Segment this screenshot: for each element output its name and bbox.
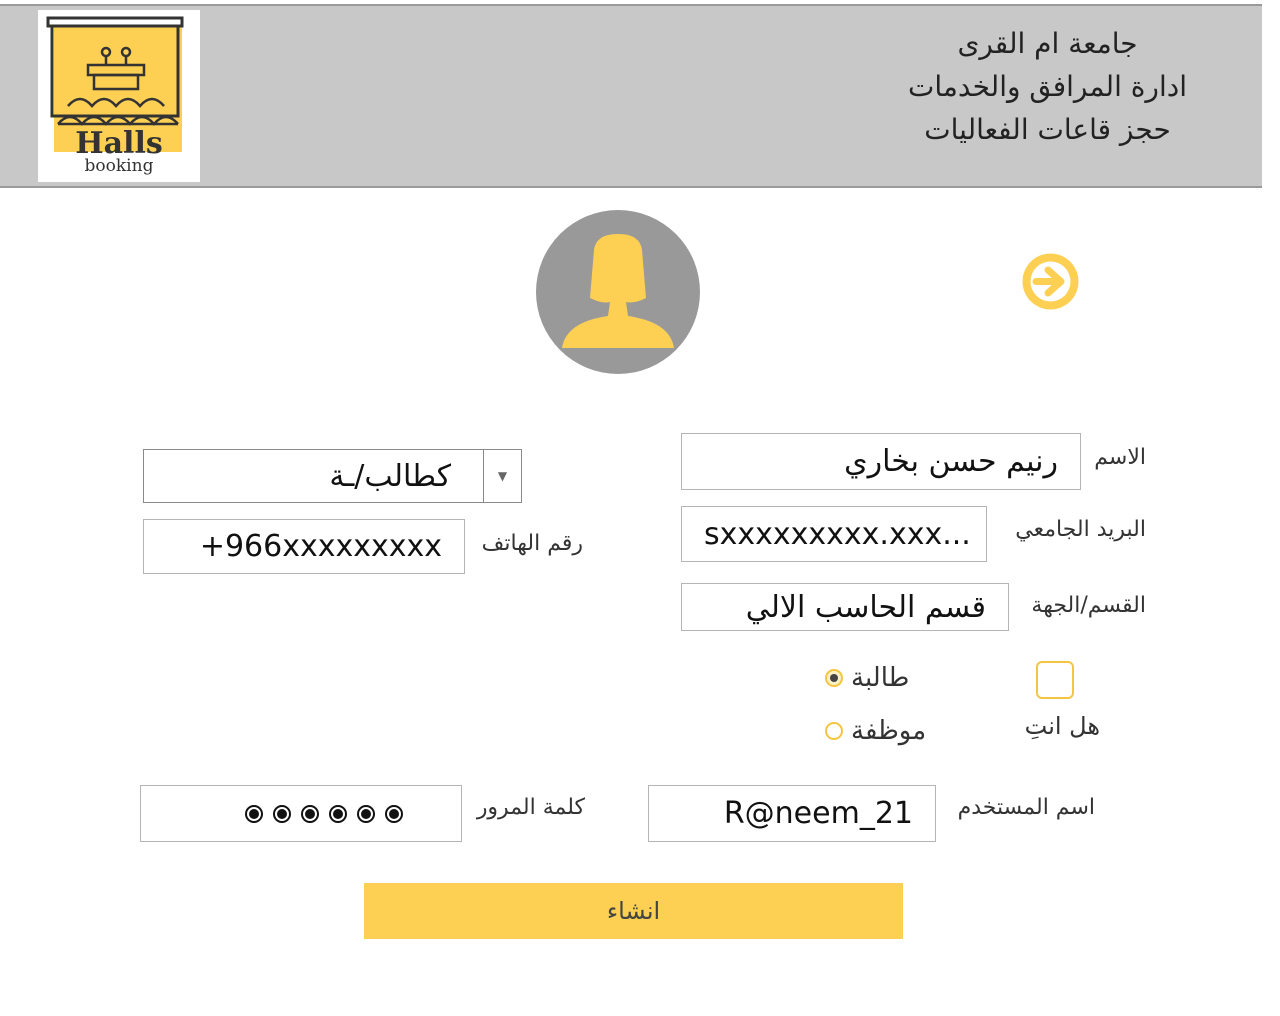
header-titles: جامعة ام القرى ادارة المرافق والخدمات حج… [880,22,1215,151]
are-you-label: هل انتِ [1024,712,1100,740]
department-title: ادارة المرافق والخدمات [908,70,1187,103]
password-dot [329,804,347,823]
radio-employee-label: موظفة [851,716,927,746]
radio-option-student[interactable]: طالبة [825,663,909,693]
radio-student-label: طالبة [851,663,910,693]
password-dot [301,804,319,823]
radio-student-selected-icon[interactable] [825,669,843,687]
university-title: جامعة ام القرى [957,27,1138,60]
confirm-checkbox[interactable] [1036,661,1074,699]
password-label: كلمة المرور [476,795,585,820]
password-field[interactable] [140,785,462,842]
password-mask [245,804,403,823]
department-label: القسم/الجهة [1031,593,1146,618]
role-select[interactable]: كطالب/ـة ▼ [143,449,522,503]
service-title: حجز قاعات الفعاليات [924,113,1171,146]
female-user-avatar-icon[interactable] [536,210,700,378]
radio-option-employee[interactable]: موظفة [825,716,926,746]
password-dot [385,804,403,823]
create-button[interactable]: انشاء [364,883,903,939]
department-field[interactable]: قسم الحاسب الالي [681,583,1009,631]
name-label: الاسم [1094,445,1146,470]
halls-booking-logo: Halls booking [38,10,200,182]
phone-field[interactable]: +966xxxxxxxxx [143,519,465,574]
role-select-value: كطالب/ـة [329,458,451,494]
arrow-right-circle-icon[interactable] [1020,251,1081,316]
password-dot [245,804,263,823]
chevron-down-icon[interactable]: ▼ [483,450,521,502]
phone-label: رقم الهاتف [481,531,583,556]
name-field[interactable]: رنيم حسن بخاري [681,433,1081,490]
username-label: اسم المستخدم [957,795,1095,820]
logo-subtext: booking [84,156,154,176]
username-field[interactable]: R@neem_21 [648,785,936,842]
app-header: Halls booking جامعة ام القرى ادارة المرا… [0,4,1262,188]
radio-employee-icon[interactable] [825,722,843,740]
email-label: البريد الجامعي [1015,517,1146,542]
password-dot [273,804,291,823]
email-field[interactable]: sxxxxxxxxx.xxx... [681,506,987,562]
password-dot [357,804,375,823]
